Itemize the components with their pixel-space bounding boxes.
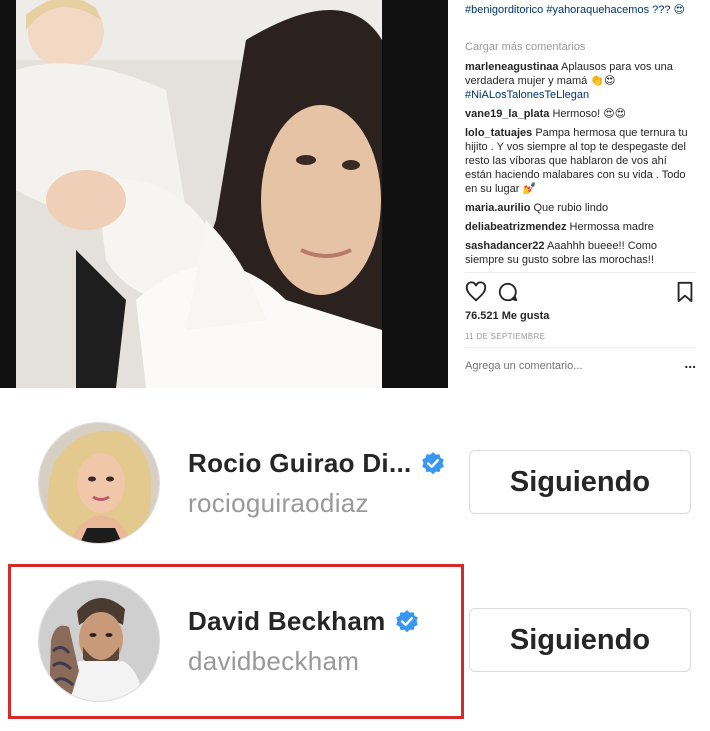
comment-username[interactable]: deliabeatrizmendez bbox=[465, 221, 566, 233]
comment-username[interactable]: lolo_tatuajes bbox=[465, 127, 532, 139]
account-name[interactable]: David Beckham bbox=[188, 606, 386, 637]
more-options-icon[interactable]: ... bbox=[684, 356, 696, 370]
bookmark-icon[interactable] bbox=[674, 281, 696, 303]
comment-item: marleneagustinaa Aplausos para vos una v… bbox=[465, 60, 696, 102]
comment-item: lolo_tatuajes Pampa hermosa que ternura … bbox=[465, 126, 696, 196]
letterbox-right bbox=[382, 0, 448, 388]
verified-badge-icon bbox=[395, 609, 418, 632]
divider bbox=[465, 272, 696, 273]
add-comment-input[interactable] bbox=[465, 360, 665, 372]
name-line: David Beckham bbox=[188, 606, 420, 637]
comment-item: sashadancer22 Aaahhh bueee!! Como siempr… bbox=[465, 239, 696, 267]
comment-icon[interactable] bbox=[497, 281, 519, 303]
caption-hashtags[interactable]: #benigorditorico #yahoraquehacemos ??? 😍 bbox=[465, 3, 702, 17]
comment-hashtag[interactable]: #NiALosTalonesTeLlegan bbox=[465, 89, 589, 101]
name-line: Rocio Guirao Di... bbox=[188, 448, 446, 479]
comment-username[interactable]: sashadancer22 bbox=[465, 240, 545, 252]
avatar[interactable] bbox=[38, 580, 160, 702]
verified-badge-icon bbox=[421, 451, 444, 474]
letterbox-left bbox=[0, 0, 16, 388]
heart-icon[interactable] bbox=[465, 281, 487, 303]
account-handle: rocioguiraodiaz bbox=[188, 488, 369, 518]
like-count[interactable]: 76.521 Me gusta bbox=[465, 309, 549, 323]
post-photo bbox=[16, 0, 382, 388]
load-more-comments-link[interactable]: Cargar más comentarios bbox=[465, 40, 585, 54]
comments-panel: #benigorditorico #yahoraquehacemos ??? 😍… bbox=[448, 0, 710, 388]
following-button[interactable]: Siguiendo bbox=[469, 608, 691, 672]
comment-item: maria.aurilio Que rubio lindo bbox=[465, 201, 696, 215]
comment-username[interactable]: marleneagustinaa bbox=[465, 61, 559, 73]
following-row: Rocio Guirao Di... rocioguiraodiaz Sigui… bbox=[0, 410, 710, 560]
post-date: 11 DE SEPTIEMBRE bbox=[465, 332, 546, 341]
comment-text: Hermossa madre bbox=[569, 221, 654, 233]
comment-item: deliabeatrizmendez Hermossa madre bbox=[465, 220, 696, 234]
comment-username[interactable]: maria.aurilio bbox=[465, 202, 530, 214]
account-handle: davidbeckham bbox=[188, 646, 360, 676]
following-row: David Beckham davidbeckham Siguiendo bbox=[0, 568, 710, 718]
comment-list: marleneagustinaa Aplausos para vos una v… bbox=[465, 60, 696, 272]
account-name[interactable]: Rocio Guirao Di... bbox=[188, 448, 412, 479]
comment-username[interactable]: vane19_la_plata bbox=[465, 108, 549, 120]
post-actions bbox=[465, 281, 696, 303]
following-button[interactable]: Siguiendo bbox=[469, 450, 691, 514]
comment-text: Hermoso! 😍😍 bbox=[552, 108, 627, 120]
instagram-post: #benigorditorico #yahoraquehacemos ??? 😍… bbox=[0, 0, 710, 388]
avatar[interactable] bbox=[38, 422, 160, 544]
divider bbox=[465, 347, 696, 348]
comment-text: Que rubio lindo bbox=[533, 202, 609, 214]
comment-item: vane19_la_plata Hermoso! 😍😍 bbox=[465, 107, 696, 121]
